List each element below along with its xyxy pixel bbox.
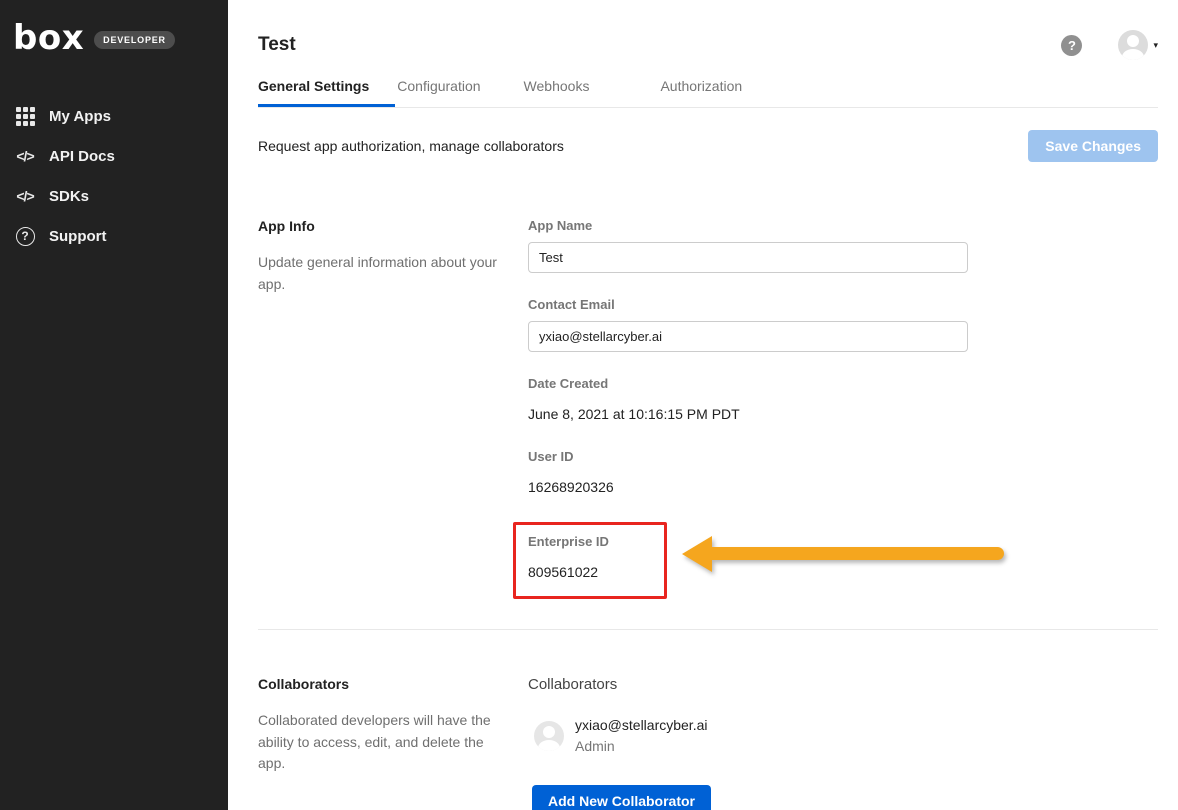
app-info-form: App Name Contact Email Date Created June…	[528, 218, 968, 599]
section-divider	[258, 629, 1158, 630]
sidebar-nav: My Apps </> API Docs </> SDKs ? Support	[0, 96, 228, 256]
app-name-label: App Name	[528, 218, 968, 233]
sidebar-item-label: API Docs	[49, 148, 115, 165]
user-id-field: User ID 16268920326	[528, 449, 968, 495]
contact-email-input[interactable]	[528, 321, 968, 352]
contact-email-label: Contact Email	[528, 297, 968, 312]
main-content: Test ? ▾ General Settings Configuration …	[228, 0, 1178, 810]
sidebar-item-label: SDKs	[49, 188, 89, 205]
tab-configuration[interactable]: Configuration	[397, 78, 480, 107]
question-circle-icon: ?	[14, 225, 36, 247]
topbar-actions: ? ▾	[1061, 30, 1158, 60]
enterprise-id-value: 809561022	[528, 564, 652, 580]
annotation-arrow	[682, 535, 1005, 572]
topbar: Test ? ▾	[258, 0, 1158, 62]
collaborators-list-heading: Collaborators	[528, 676, 968, 693]
tab-authorization[interactable]: Authorization	[660, 78, 742, 107]
collaborator-email: yxiao@stellarcyber.ai	[575, 717, 708, 733]
arrow-shaft	[711, 547, 1004, 560]
code-icon: </>	[14, 185, 36, 207]
sidebar: box DEVELOPER My Apps </> API Docs </> S…	[0, 0, 228, 810]
sidebar-item-my-apps[interactable]: My Apps	[0, 96, 228, 136]
collaborators-section: Collaborators Collaborated developers wi…	[258, 676, 1158, 810]
tab-general-settings[interactable]: General Settings	[258, 78, 395, 107]
avatar[interactable]	[1118, 30, 1148, 60]
page-title: Test	[258, 34, 296, 56]
app-info-intro: App Info Update general information abou…	[258, 218, 500, 599]
collaborators-heading: Collaborators	[258, 676, 500, 692]
sidebar-item-label: My Apps	[49, 108, 111, 125]
grid-icon	[14, 105, 36, 127]
sidebar-item-sdks[interactable]: </> SDKs	[0, 176, 228, 216]
app-info-heading: App Info	[258, 218, 500, 234]
caret-down-icon[interactable]: ▾	[1153, 40, 1158, 51]
collaborator-info: yxiao@stellarcyber.ai Admin	[575, 717, 708, 754]
collaborator-avatar	[534, 721, 564, 751]
app-info-section: App Info Update general information abou…	[258, 218, 1158, 599]
collaborators-list: Collaborators yxiao@stellarcyber.ai Admi…	[528, 676, 968, 810]
app-name-field: App Name	[528, 218, 968, 273]
sidebar-item-label: Support	[49, 228, 107, 245]
add-new-collaborator-button[interactable]: Add New Collaborator	[532, 785, 711, 810]
sidebar-item-support[interactable]: ? Support	[0, 216, 228, 256]
tab-webhooks[interactable]: Webhooks	[524, 78, 590, 107]
contact-email-field: Contact Email	[528, 297, 968, 352]
collaborator-row: yxiao@stellarcyber.ai Admin	[534, 717, 968, 754]
app-info-description: Update general information about your ap…	[258, 252, 500, 295]
logo-row: box DEVELOPER	[0, 18, 228, 58]
collaborators-description: Collaborated developers will have the ab…	[258, 710, 500, 775]
app-name-input[interactable]	[528, 242, 968, 273]
enterprise-id-label: Enterprise ID	[528, 534, 652, 549]
user-id-label: User ID	[528, 449, 968, 464]
help-icon[interactable]: ?	[1061, 35, 1082, 56]
arrow-head	[682, 536, 712, 572]
save-changes-button[interactable]: Save Changes	[1028, 130, 1158, 162]
subheader: Request app authorization, manage collab…	[258, 130, 1158, 162]
enterprise-id-highlight-box: Enterprise ID 809561022	[513, 522, 667, 599]
date-created-field: Date Created June 8, 2021 at 10:16:15 PM…	[528, 376, 968, 422]
code-icon: </>	[14, 145, 36, 167]
date-created-value: June 8, 2021 at 10:16:15 PM PDT	[528, 406, 968, 422]
developer-badge: DEVELOPER	[94, 31, 175, 49]
sidebar-item-api-docs[interactable]: </> API Docs	[0, 136, 228, 176]
user-id-value: 16268920326	[528, 479, 968, 495]
collaborators-intro: Collaborators Collaborated developers wi…	[258, 676, 500, 810]
tab-bar: General Settings Configuration Webhooks …	[258, 78, 1158, 108]
collaborator-role: Admin	[575, 738, 708, 754]
date-created-label: Date Created	[528, 376, 968, 391]
subheader-text: Request app authorization, manage collab…	[258, 138, 564, 154]
box-logo[interactable]: box	[13, 21, 84, 55]
